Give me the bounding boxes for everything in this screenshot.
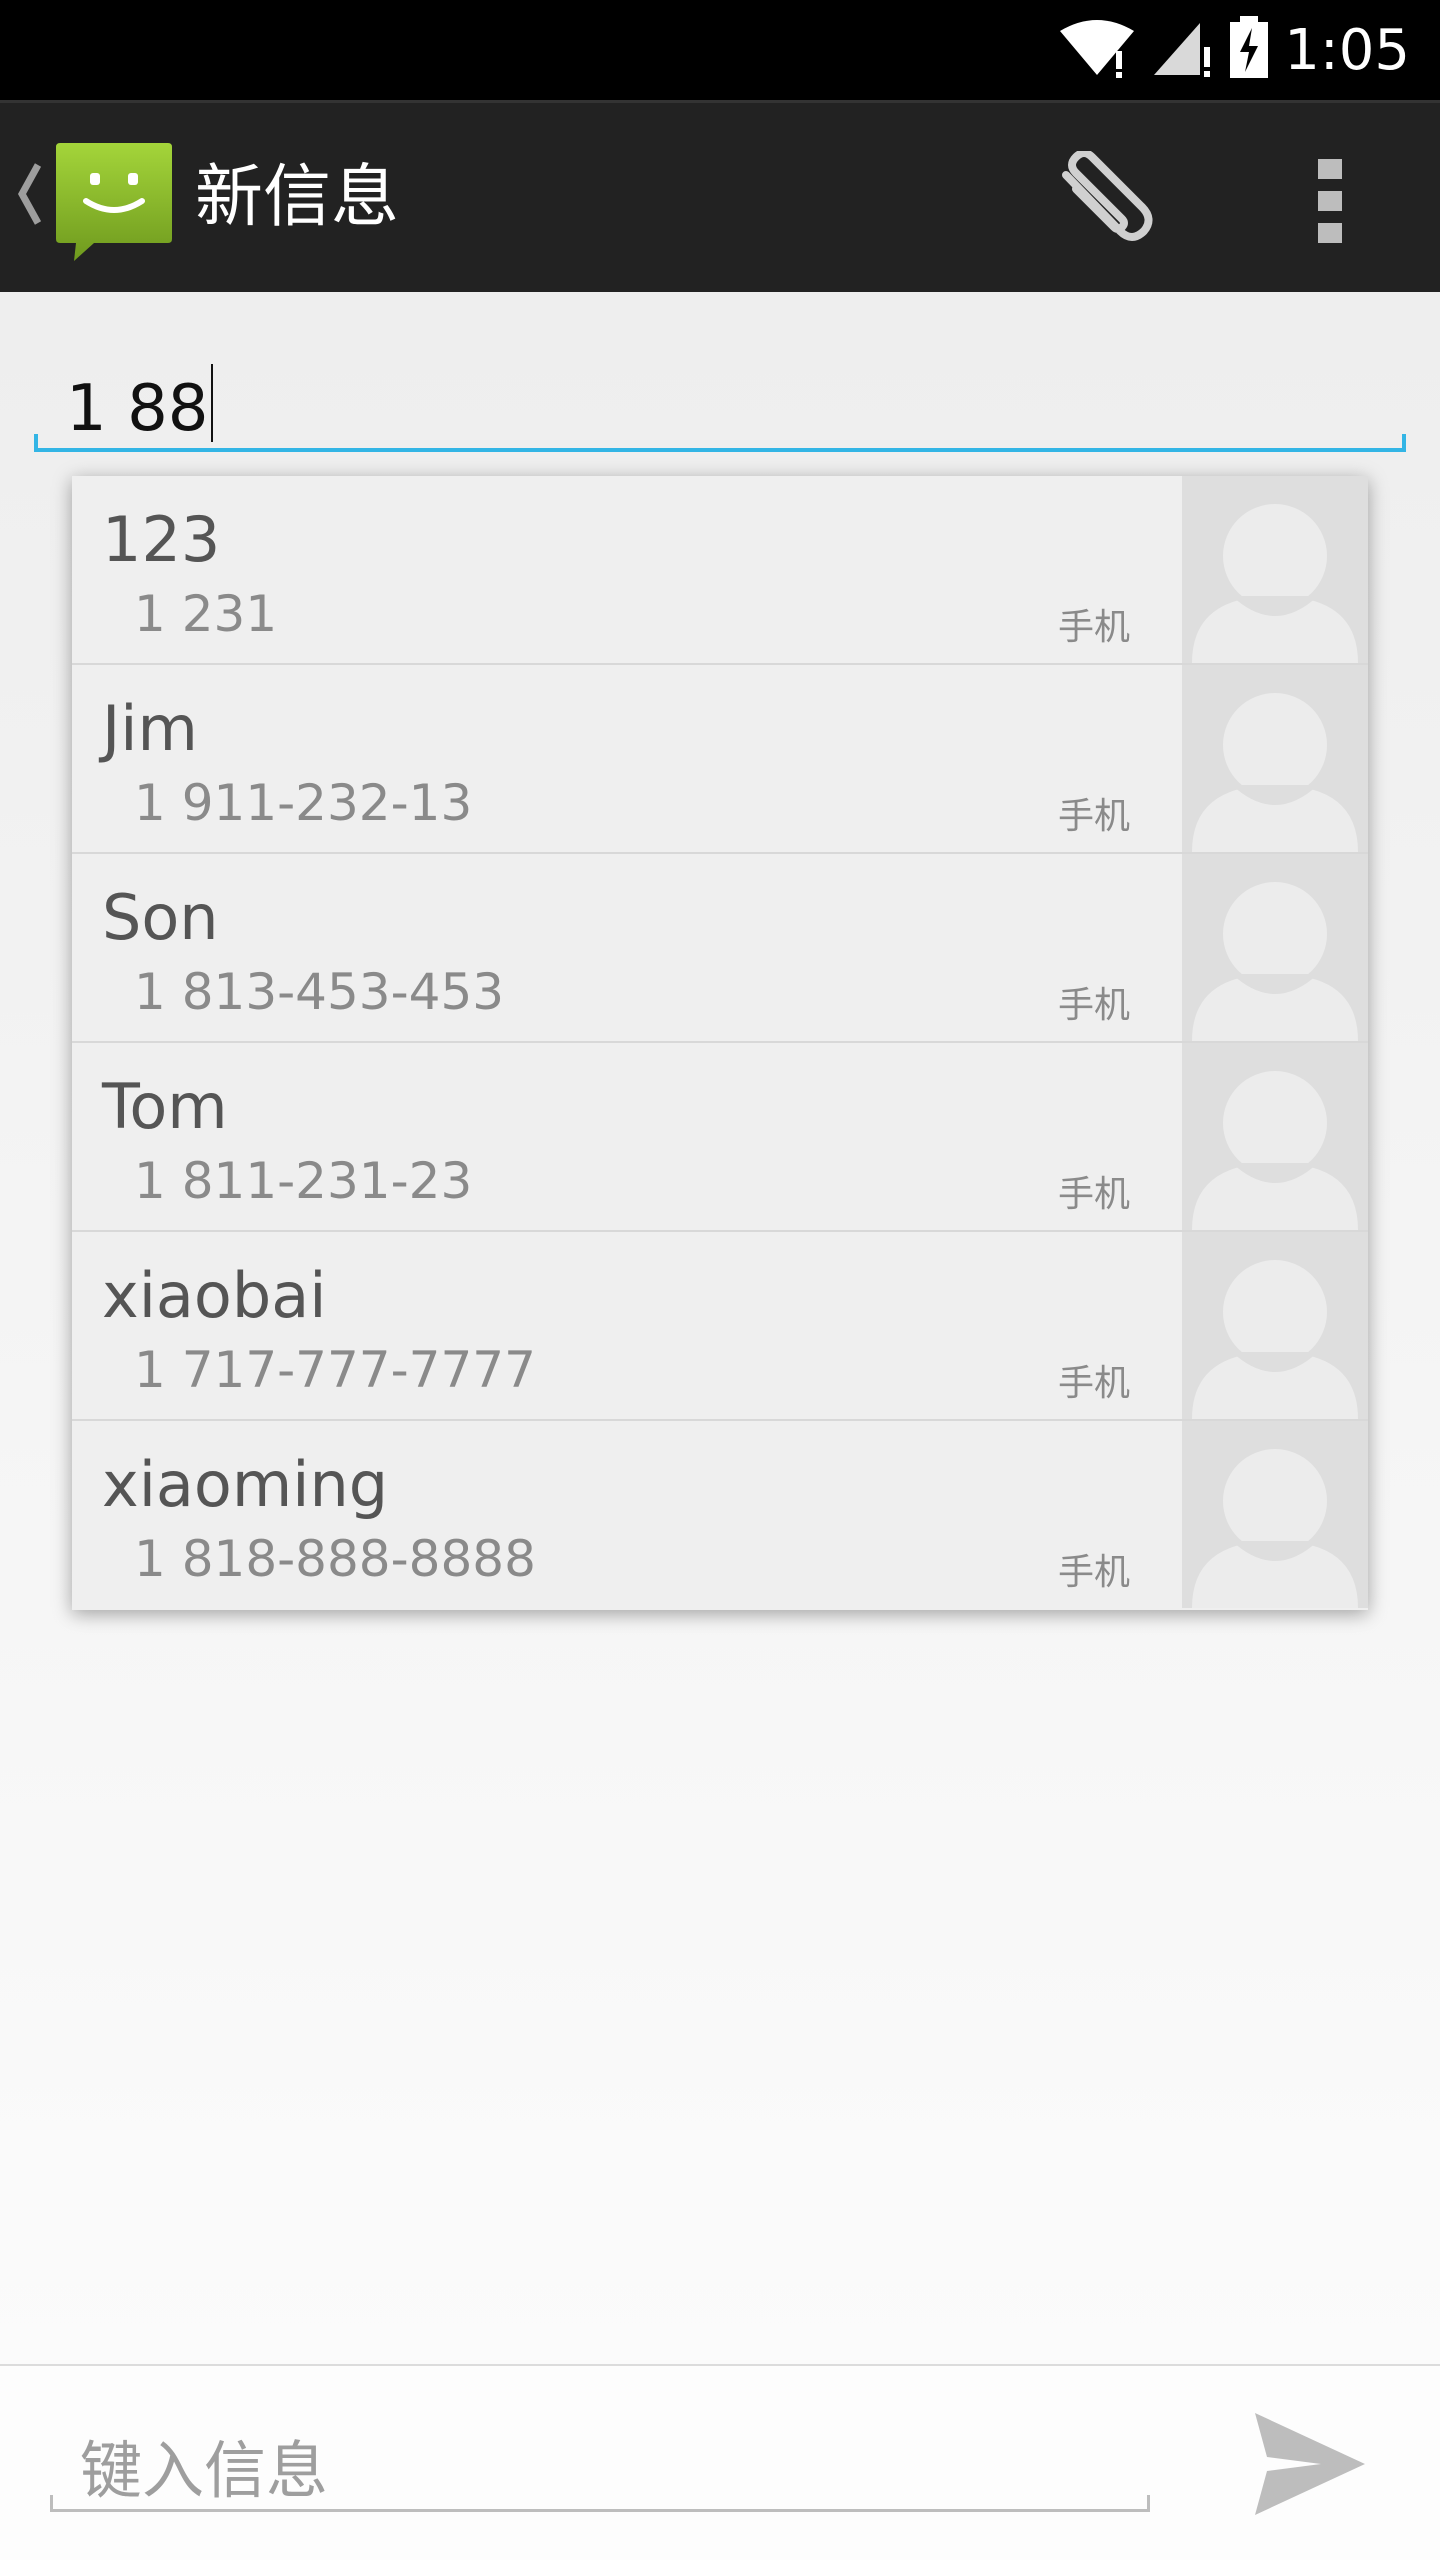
suggestion-row[interactable]: 123 1 231 手机	[72, 476, 1368, 665]
suggestion-row[interactable]: Tom 1 811-231-23 手机	[72, 1043, 1368, 1232]
text-cursor	[210, 364, 213, 442]
up-caret-icon[interactable]	[12, 159, 46, 233]
contact-number: 1 811-231-23	[134, 1152, 473, 1210]
contact-suggestions-dropdown: 123 1 231 手机 Jim 1 911-232-13 手机 Son 1 8…	[72, 476, 1368, 1610]
suggestion-row[interactable]: Son 1 813-453-453 手机	[72, 854, 1368, 1043]
contact-number: 1 231	[134, 585, 278, 643]
content-area: 1 88 123 1 231 手机 Jim 1 911-232-13 手机 So…	[0, 292, 1440, 2364]
messaging-app-icon[interactable]	[54, 139, 174, 265]
avatar	[1182, 665, 1368, 852]
contact-number: 1 818-888-8888	[134, 1530, 536, 1588]
contact-avatar-icon	[1182, 1449, 1368, 1608]
contact-name: Son	[102, 881, 219, 954]
send-icon	[1251, 2409, 1369, 2523]
contact-avatar-icon	[1182, 504, 1368, 663]
recipient-input[interactable]: 1 88	[34, 332, 1406, 452]
status-icons: 1:05	[1058, 0, 1410, 100]
contact-avatar-icon	[1182, 1071, 1368, 1230]
page-title: 新信息	[195, 158, 400, 237]
contact-avatar-icon	[1182, 1260, 1368, 1419]
contact-number: 1 911-232-13	[134, 774, 473, 832]
battery-charging-icon	[1228, 16, 1270, 84]
message-placeholder: 键入信息	[80, 2434, 329, 2507]
contact-avatar-icon	[1182, 882, 1368, 1041]
action-bar: 新信息	[0, 100, 1440, 292]
contact-name: xiaobai	[102, 1259, 327, 1332]
contact-name: xiaoming	[102, 1448, 389, 1521]
number-type: 手机	[1058, 1363, 1131, 1404]
send-button[interactable]	[1240, 2406, 1380, 2526]
contact-name: Jim	[102, 692, 198, 765]
suggestion-row[interactable]: xiaobai 1 717-777-7777 手机	[72, 1232, 1368, 1421]
attach-button[interactable]	[1036, 143, 1166, 263]
avatar	[1182, 854, 1368, 1041]
suggestion-row[interactable]: xiaoming 1 818-888-8888 手机	[72, 1421, 1368, 1610]
avatar	[1182, 476, 1368, 663]
contact-name: Tom	[102, 1070, 228, 1143]
number-type: 手机	[1058, 796, 1131, 837]
number-type: 手机	[1058, 1174, 1131, 1215]
overflow-menu-icon	[1318, 159, 1342, 247]
suggestion-row[interactable]: Jim 1 911-232-13 手机	[72, 665, 1368, 854]
avatar	[1182, 1043, 1368, 1230]
number-type: 手机	[1058, 1552, 1131, 1593]
status-bar: 1:05	[0, 0, 1440, 100]
overflow-menu-button[interactable]	[1292, 143, 1368, 263]
status-time: 1:05	[1284, 17, 1410, 83]
contact-name: 123	[102, 503, 221, 576]
message-input[interactable]: 键入信息	[50, 2402, 1150, 2512]
paperclip-icon	[1046, 149, 1156, 255]
wifi-icon	[1058, 17, 1136, 83]
recipient-value: 1 88	[66, 364, 213, 446]
avatar	[1182, 1421, 1368, 1608]
contact-avatar-icon	[1182, 693, 1368, 852]
contact-number: 1 813-453-453	[134, 963, 505, 1021]
number-type: 手机	[1058, 985, 1131, 1026]
avatar	[1182, 1232, 1368, 1419]
signal-icon	[1150, 17, 1214, 83]
contact-number: 1 717-777-7777	[134, 1341, 536, 1399]
number-type: 手机	[1058, 607, 1131, 648]
compose-bar: 键入信息	[0, 2364, 1440, 2560]
